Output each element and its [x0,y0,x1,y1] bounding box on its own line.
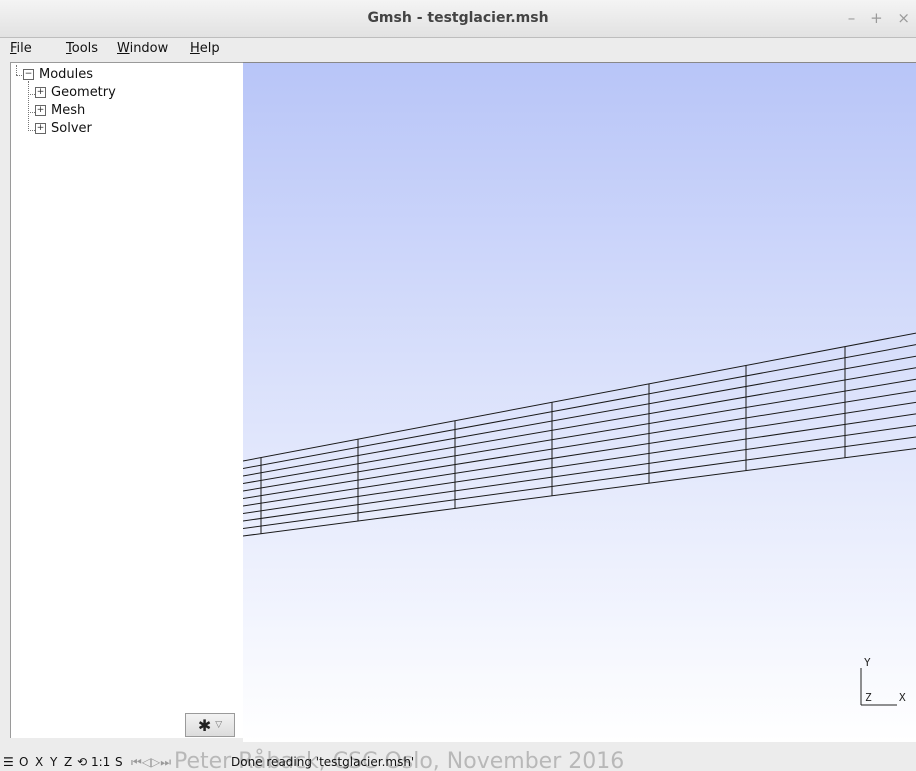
origin-button[interactable]: O [19,755,28,769]
module-tree: − Modules + Geometry + Mesh + Solver [11,66,116,138]
menu-bar: File Tools Window Help [0,38,916,60]
gear-icon: ✱ [197,715,212,735]
collapse-icon[interactable]: − [23,69,34,80]
mesh-layer-line [243,424,916,522]
expand-icon[interactable]: + [35,123,46,134]
options-button[interactable]: ✱ ▽ [185,713,235,737]
expand-icon[interactable]: + [35,105,46,116]
mesh-layer-line [243,332,916,462]
graphics-viewport[interactable]: Y Z X [243,62,916,742]
menu-tools[interactable]: Tools [66,41,98,56]
maximize-button[interactable]: + [870,9,883,27]
tree-node-solver[interactable]: + Solver [11,120,116,138]
y-view-button[interactable]: Y [50,755,57,769]
menu-help[interactable]: Help [190,41,220,56]
expand-icon[interactable]: + [35,87,46,98]
module-tree-panel: − Modules + Geometry + Mesh + Solver [10,62,243,738]
window-controls: – + × [838,9,910,27]
menu-icon[interactable]: ☰ [3,755,14,769]
menu-window[interactable]: Window [117,41,168,56]
tree-node-geometry[interactable]: + Geometry [11,84,116,102]
status-bar: Peter Råback, CSC Oslo, November 2016 ☰ … [0,742,916,771]
mesh-layer-line [243,355,916,477]
x-view-button[interactable]: X [35,755,43,769]
mesh-canvas [243,332,916,537]
mesh-layer-line [243,448,916,537]
mesh-layer-line [243,401,916,507]
scale-button[interactable]: 1:1 [91,755,110,769]
minimize-button[interactable]: – [848,9,856,27]
play-controls-icon[interactable]: ⏮◁▷⏭ [131,755,171,770]
mesh-layer-line [243,367,916,484]
status-message: Done reading 'testglacier.msh' [231,755,415,769]
select-button[interactable]: S [115,755,123,769]
window-title: Gmsh - testglacier.msh [367,10,549,26]
tree-node-modules[interactable]: − Modules [11,66,116,84]
title-bar: Gmsh - testglacier.msh – + × [0,0,916,38]
dropdown-arrow-icon: ▽ [215,720,223,730]
mesh-layer-line [243,378,916,492]
menu-file[interactable]: File [10,41,32,56]
z-view-button[interactable]: Z [64,755,72,769]
close-button[interactable]: × [897,9,910,27]
mesh-layer-line [243,413,916,514]
tree-node-mesh[interactable]: + Mesh [11,102,116,120]
rotate-icon[interactable]: ⟲ [77,755,87,769]
